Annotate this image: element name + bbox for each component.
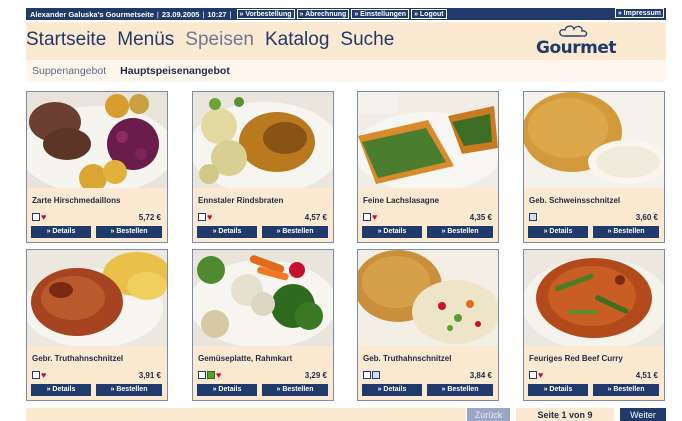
site-title: Alexander Galuska's Gourmetseite [30, 9, 154, 19]
order-button[interactable]: » Bestellen [593, 226, 659, 238]
dish-price: 3,84 € [469, 371, 492, 380]
order-button[interactable]: » Bestellen [262, 226, 328, 238]
details-button[interactable]: » Details [362, 384, 422, 396]
meal-type-icon [363, 213, 371, 221]
chef-hat-icon [559, 25, 588, 37]
details-button[interactable]: » Details [197, 226, 257, 238]
tab-hauptspeisenangebot[interactable]: Hauptspeisenangebot [120, 65, 230, 77]
details-button[interactable]: » Details [528, 384, 588, 396]
dish-name: Zarte Hirschmedaillons [32, 196, 121, 205]
dish-card: Geb. Schweinsschnitzel 3,60 € » Details … [523, 91, 665, 243]
next-button[interactable]: Weiter [620, 408, 666, 421]
gourmet-logo: Gourmet [536, 25, 617, 59]
dish-photo [27, 250, 167, 346]
page-indicator: Seite 1 von 9 [516, 408, 614, 421]
back-button[interactable]: Zurück [467, 408, 510, 421]
dish-price: 5,72 € [138, 213, 161, 222]
dish-price: 3,91 € [138, 371, 161, 380]
dish-name: Gemüseplatte, Rahmkart [198, 354, 293, 363]
dish-card: Feine Lachslasagne ♥ 4,35 € » Details » … [357, 91, 499, 243]
meal-type-icon [363, 371, 371, 379]
dish-photo [27, 92, 167, 188]
heart-icon: ♥ [41, 370, 47, 380]
dish-name: Gebr. Truthahnschnitzel [32, 354, 124, 363]
heart-icon: ♥ [216, 370, 222, 380]
dish-price: 3,60 € [635, 213, 658, 222]
logo-text: Gourmet [536, 38, 617, 58]
heart-icon: ♥ [372, 212, 378, 222]
meal-type-icon [32, 371, 40, 379]
main-nav: Startseite Menüs Speisen Katalog Suche [26, 29, 394, 51]
impressum-link[interactable]: » Impressum [614, 8, 664, 18]
dish-card: Zarte Hirschmedaillons ♥ 5,72 € » Detail… [26, 91, 168, 243]
dish-card: Feuriges Red Beef Curry ♥ 4,51 € » Detai… [523, 249, 665, 401]
tab-suppenangebot[interactable]: Suppenangebot [32, 65, 106, 77]
vorbestellung-link[interactable]: » Vorbestellung [236, 9, 295, 19]
dish-photo [193, 92, 333, 188]
details-button[interactable]: » Details [31, 384, 91, 396]
dish-price: 4,35 € [469, 213, 492, 222]
heart-icon: ♥ [41, 212, 47, 222]
dish-photo [524, 250, 664, 346]
vegetarian-icon [207, 371, 215, 379]
abrechnung-link[interactable]: » Abrechnung [296, 9, 350, 19]
order-button[interactable]: » Bestellen [593, 384, 659, 396]
details-button[interactable]: » Details [197, 384, 257, 396]
order-button[interactable]: » Bestellen [427, 226, 493, 238]
meal-type-icon [198, 213, 206, 221]
header: Startseite Menüs Speisen Katalog Suche G… [26, 22, 666, 60]
meal-type-icon [198, 371, 206, 379]
heart-icon: ♥ [538, 370, 544, 380]
dish-name: Feuriges Red Beef Curry [529, 354, 623, 363]
dish-photo [193, 250, 333, 346]
order-button[interactable]: » Bestellen [96, 226, 162, 238]
dish-photo [358, 250, 498, 346]
current-date: 23.09.2005 [161, 9, 200, 19]
footer-bar [26, 408, 466, 421]
dish-name: Geb. Truthahnschnitzel [363, 354, 452, 363]
sub-nav: Suppenangebot Hauptspeisenangebot [26, 60, 666, 82]
nav-startseite[interactable]: Startseite [26, 29, 106, 51]
dish-name: Feine Lachslasagne [363, 196, 440, 205]
dish-name: Ennstaler Rindsbraten [198, 196, 284, 205]
order-button[interactable]: » Bestellen [96, 384, 162, 396]
dish-card: Gebr. Truthahnschnitzel ♥ 3,91 € » Detai… [26, 249, 168, 401]
dish-price: 3,29 € [304, 371, 327, 380]
nav-suche[interactable]: Suche [340, 29, 394, 51]
dish-photo [358, 92, 498, 188]
dish-price: 4,51 € [635, 371, 658, 380]
einstellungen-link[interactable]: » Einstellungen [351, 9, 410, 19]
dish-price: 4,57 € [304, 213, 327, 222]
current-time: 10:27 [207, 9, 227, 19]
details-button[interactable]: » Details [31, 226, 91, 238]
dish-name: Geb. Schweinsschnitzel [529, 196, 621, 205]
details-button[interactable]: » Details [362, 226, 422, 238]
dish-card: Ennstaler Rindsbraten ♥ 4,57 € » Details… [192, 91, 334, 243]
logout-link[interactable]: » Logout [411, 9, 447, 19]
info-icon [372, 371, 380, 379]
order-button[interactable]: » Bestellen [262, 384, 328, 396]
heart-icon: ♥ [207, 212, 213, 222]
meal-type-icon [32, 213, 40, 221]
nav-speisen[interactable]: Speisen [185, 29, 254, 51]
dish-photo [524, 92, 664, 188]
order-button[interactable]: » Bestellen [427, 384, 493, 396]
meal-type-icon [529, 371, 537, 379]
details-button[interactable]: » Details [528, 226, 588, 238]
nav-menues[interactable]: Menüs [117, 29, 174, 51]
top-info-bar: Alexander Galuska's Gourmetseite | 23.09… [26, 8, 666, 20]
meal-type-icon [529, 213, 537, 221]
dish-card: Geb. Truthahnschnitzel 3,84 € » Details … [357, 249, 499, 401]
dish-card: Gemüseplatte, Rahmkart ♥ 3,29 € » Detail… [192, 249, 334, 401]
nav-katalog[interactable]: Katalog [265, 29, 329, 51]
